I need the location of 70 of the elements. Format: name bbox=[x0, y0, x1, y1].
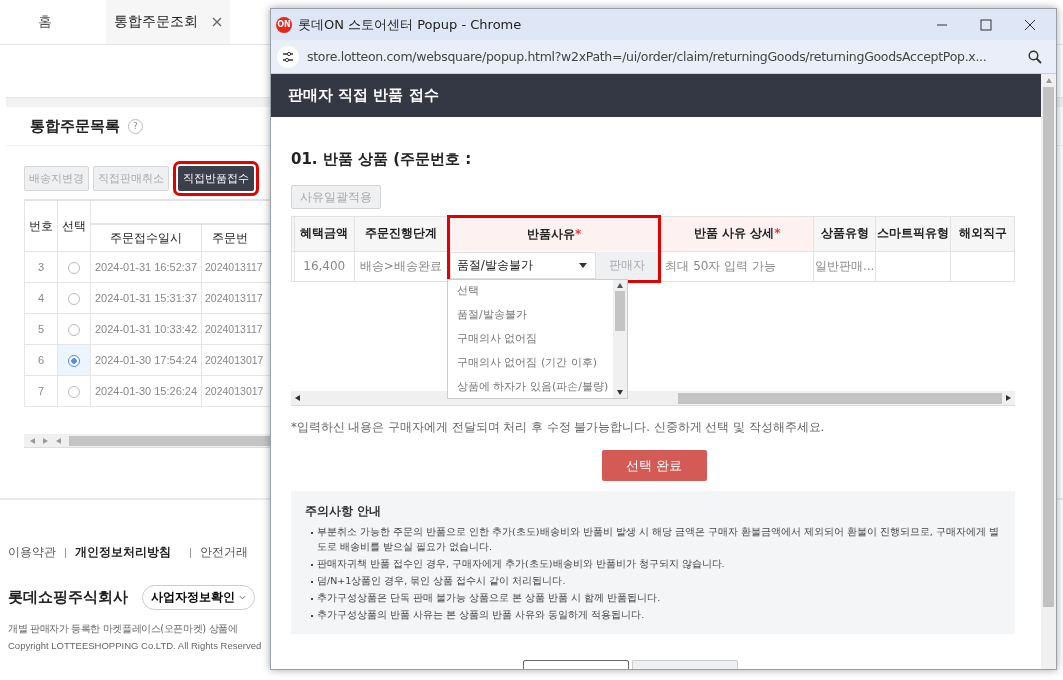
column-header: 주문번 bbox=[201, 224, 272, 252]
business-info-button[interactable]: 사업자정보확인 bbox=[142, 585, 255, 610]
window-title: 롯데ON 스토어센터 Popup - Chrome bbox=[298, 15, 523, 34]
dropdown-option[interactable]: 상품에 하자가 있음(파손/불량) bbox=[457, 376, 613, 400]
column-header: 반품사유* bbox=[448, 216, 660, 251]
table-cell: 일반판매... bbox=[813, 251, 876, 281]
app-logo: ON bbox=[276, 16, 292, 33]
table-cell: 3 bbox=[24, 251, 58, 283]
notice-item: 판매자귀책 반품 접수인 경우, 구매자에게 추가(초도)배송비와 반품비가 청구되지 않습니다. bbox=[305, 556, 1001, 571]
notice-item: 추가구성상품의 반품 사유는 본 상품의 반품 사유와 동일하게 적용됩니다. bbox=[305, 607, 1001, 622]
column-header: 반품 사유 상세* bbox=[659, 216, 814, 251]
scroll-thumb[interactable] bbox=[615, 291, 625, 331]
page-tab[interactable]: 홈 bbox=[0, 0, 90, 44]
column-header: 혜택금액 bbox=[294, 216, 355, 251]
footer-link[interactable]: 이용약관 bbox=[8, 544, 56, 561]
notice-title: 주의사항 안내 bbox=[305, 503, 383, 520]
notice-item: 부분취소 가능한 주문의 반품으로 인한 추가(초도)배송비와 반품비 발생 시 해당 금액은 구매자 환불금액에서 제외되어 환불이 진행되므로, 구매자에게 별도로 배송비를 받으실 필요가 없습니다. bbox=[305, 524, 1001, 554]
site-settings-icon[interactable] bbox=[277, 45, 299, 68]
maximize-icon[interactable] bbox=[980, 18, 992, 31]
dropdown-option[interactable]: 품절/발송불가 bbox=[457, 304, 613, 328]
table-cell: 2024-01-31 16:52:37 bbox=[90, 251, 202, 283]
vertical-scrollbar[interactable] bbox=[1041, 74, 1056, 669]
scroll-arrow-icon[interactable] bbox=[1006, 395, 1011, 401]
chevron-icon bbox=[239, 595, 246, 600]
notice-item: 추가구성상품은 단독 판매 불가능 상품으로 본 상품 반품 시 함께 반품됩니다. bbox=[305, 590, 1001, 605]
section-title: 01. 반품 상품 (주문번호 : bbox=[291, 150, 473, 169]
column-header: 주문접수일시 bbox=[90, 224, 202, 252]
radio-button[interactable] bbox=[68, 261, 80, 274]
table-cell: 2024-01-30 15:26:24 bbox=[90, 375, 202, 407]
radio-button[interactable] bbox=[68, 385, 80, 398]
column-header: 주문진행단계 bbox=[354, 216, 449, 251]
column-header: 상품유형 bbox=[813, 216, 876, 251]
table-cell: 16,400 bbox=[294, 251, 355, 281]
copyright-text: Copyright LOTTEESHOPPING Co.LTD. All Rights Reserved bbox=[8, 640, 263, 651]
caret-icon bbox=[579, 262, 588, 268]
dropdown-option[interactable]: 구매의사 없어짐 bbox=[457, 328, 613, 352]
close-icon[interactable] bbox=[212, 17, 222, 27]
page-tab[interactable]: 통합주문조회 bbox=[106, 0, 230, 44]
notice-item: 덤/N+1상품인 경우, 묶인 상품 접수시 같이 처리됩니다. bbox=[305, 573, 1001, 588]
column-header: 번호 bbox=[24, 200, 58, 252]
vertical-scrollbar[interactable] bbox=[613, 280, 627, 398]
scroll-arrow-icon[interactable] bbox=[295, 395, 300, 401]
scroll-arrow-icon[interactable] bbox=[617, 283, 623, 288]
radio-button[interactable] bbox=[68, 354, 80, 367]
table-cell: 2024-01-31 10:33:42 bbox=[90, 313, 202, 345]
column-header: 스마트픽유형 bbox=[875, 216, 951, 251]
dropdown-option[interactable]: 선택 bbox=[457, 280, 613, 304]
footer-link[interactable]: 개인정보처리방침 bbox=[75, 544, 171, 561]
warning-note: *입력하신 내용은 구매자에게 전달되며 처리 후 수정 불가능합니다. 신중하게 선택 및 작성해주세요. bbox=[291, 420, 826, 435]
table-cell: 2024-01-30 17:54:24 bbox=[90, 344, 202, 376]
confirm-button[interactable]: 선택 완료 bbox=[601, 450, 707, 481]
reason-select[interactable]: 품절/발송불가 bbox=[449, 251, 597, 279]
radio-button[interactable] bbox=[68, 292, 80, 305]
table-cell: 2024-01-31 15:31:37 bbox=[90, 282, 202, 314]
table-cell: 4 bbox=[24, 282, 58, 314]
footer-notice: 개별 판매자가 등록한 마켓플레이스(오픈마켓) 상품에 bbox=[8, 622, 239, 636]
zoom-icon[interactable] bbox=[1028, 49, 1042, 64]
table-cell: 7 bbox=[24, 375, 58, 407]
company-name: 롯데쇼핑주식회사 bbox=[8, 588, 128, 607]
popup-header: 판매자 직접 반품 접수 bbox=[271, 74, 1041, 117]
footer-link[interactable]: 안전거래 bbox=[200, 544, 248, 561]
column-header: 해외직구 bbox=[950, 216, 1015, 251]
section-title: 통합주문목록 bbox=[30, 116, 120, 136]
radio-button[interactable] bbox=[68, 323, 80, 336]
table-cell: 5 bbox=[24, 313, 58, 345]
column-header: 선택 bbox=[57, 200, 91, 252]
close-icon[interactable] bbox=[1024, 18, 1036, 31]
dropdown-option[interactable]: 구매의사 없어짐 (기간 이후) bbox=[457, 352, 613, 376]
scroll-arrow-icon[interactable] bbox=[617, 390, 623, 395]
table-cell: 6 bbox=[24, 344, 58, 376]
